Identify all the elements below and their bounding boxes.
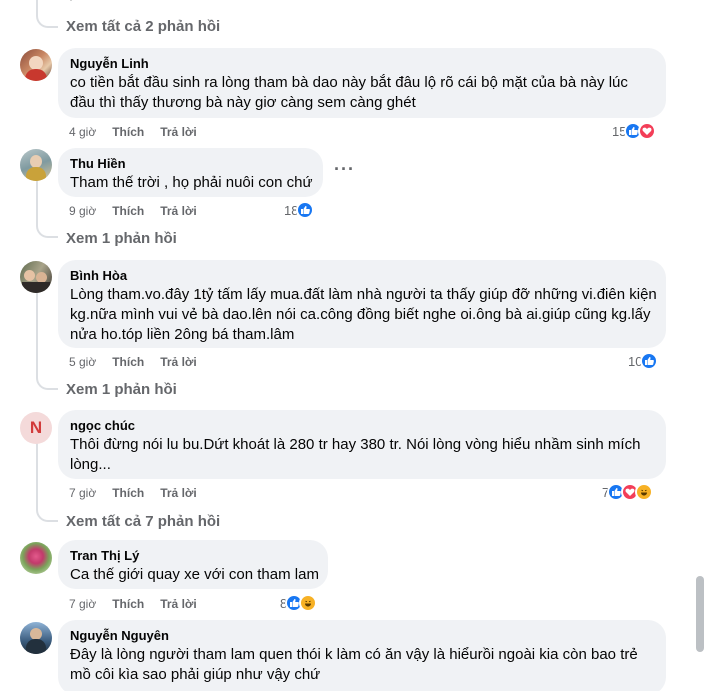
comment-text-line: Ca thế giới quay xe với con tham lam xyxy=(70,566,319,583)
comment-actions: 4 giờ Thích Trả lời xyxy=(69,125,197,139)
comment-text-line: Lòng tham.vo.đây 1tỷ tấm lấy mua.đất làm… xyxy=(70,286,657,303)
comment-text-line: lòng... xyxy=(70,456,111,473)
avatar[interactable]: N xyxy=(20,412,52,444)
avatar[interactable] xyxy=(20,49,52,81)
reply-button[interactable]: Trả lời xyxy=(160,597,197,611)
reply-button[interactable]: Trả lời xyxy=(160,125,197,139)
thread-line xyxy=(36,180,38,226)
comment-text-line: đầu thì thấy thương bà này giơ càng sem … xyxy=(70,94,416,111)
reaction-summary[interactable]: 15 xyxy=(612,121,657,141)
comment-text-line: Tham thế trời , họ phải nuôi con chứ xyxy=(70,174,313,191)
reply-button[interactable]: Trả lời xyxy=(160,355,197,369)
like-button[interactable]: Thích xyxy=(112,204,144,218)
reply-button[interactable]: Trả lời xyxy=(160,486,197,500)
reaction-summary[interactable]: 8 xyxy=(280,593,318,613)
comment-author[interactable]: Tran Thị Lý xyxy=(70,548,316,564)
thread-hook xyxy=(36,508,58,522)
comment-author[interactable]: Nguyễn Nguyên xyxy=(70,628,654,644)
comment-text-line: mồ côi kìa sao phải giúp như vậy chứ xyxy=(70,666,321,683)
reaction-summary[interactable]: 10 xyxy=(628,351,659,371)
reply-button[interactable]: Trả lời xyxy=(160,204,197,218)
thread-line xyxy=(36,292,38,378)
cut-off-previous-row: · xyxy=(0,0,706,4)
like-reaction-icon xyxy=(296,201,315,219)
comment-text-line: Đây là lòng người tham lam quen thói k l… xyxy=(70,646,638,663)
avatar[interactable] xyxy=(20,622,52,654)
like-button[interactable]: Thích xyxy=(112,125,144,139)
thread-hook xyxy=(36,224,58,238)
like-button[interactable]: Thích xyxy=(112,355,144,369)
more-horizontal-icon[interactable]: ··· xyxy=(334,159,355,180)
comment-bubble: Tran Thị Lý Ca thế giới quay xe với con … xyxy=(58,540,328,589)
comment-actions: 7 giờ Thích Trả lời xyxy=(69,486,197,500)
avatar[interactable] xyxy=(20,542,52,574)
like-button[interactable]: Thích xyxy=(112,597,144,611)
comment-time[interactable]: 7 giờ xyxy=(69,486,96,500)
comment-text-line: co tiền bắt đầu sinh ra lòng tham bà dao… xyxy=(70,74,628,91)
avatar[interactable] xyxy=(20,149,52,181)
haha-reaction-icon xyxy=(635,483,654,501)
view-replies-link[interactable]: Xem 1 phản hồi xyxy=(66,381,177,398)
comment-text-line: kg.nữa mình vui vẻ bà dao.lên nói ca.côn… xyxy=(70,306,651,323)
comment-author[interactable]: Bình Hòa xyxy=(70,268,654,284)
thread-line xyxy=(36,0,38,14)
view-replies-link[interactable]: Xem tất cả 7 phản hồi xyxy=(66,513,220,530)
comment-time[interactable]: 9 giờ xyxy=(69,204,96,218)
reaction-summary[interactable]: 18 xyxy=(284,200,315,220)
love-reaction-icon xyxy=(638,122,657,140)
thread-hook xyxy=(36,14,58,28)
comment-author[interactable]: Nguyễn Linh xyxy=(70,56,654,72)
comment-bubble: Bình Hòa Lòng tham.vo.đây 1tỷ tấm lấy mu… xyxy=(58,260,666,348)
comment-author[interactable]: Thu Hiền xyxy=(70,156,311,172)
comment-actions: 7 giờ Thích Trả lời xyxy=(69,597,197,611)
thread-line xyxy=(36,442,38,510)
comment-text-line: nửa ho.tóp liền 2ông bá tham.lâm xyxy=(70,326,295,343)
view-replies-link[interactable]: Xem tất cả 2 phản hồi xyxy=(66,18,220,35)
comment-bubble: Nguyễn Linh co tiền bắt đầu sinh ra lòng… xyxy=(58,48,666,118)
haha-reaction-icon xyxy=(299,594,318,612)
comment-bubble: Nguyễn Nguyên Đây là lòng người tham lam… xyxy=(58,620,666,691)
comment-time[interactable]: 5 giờ xyxy=(69,355,96,369)
comment-time[interactable]: 7 giờ xyxy=(69,597,96,611)
avatar[interactable] xyxy=(20,261,52,293)
comment-actions: 9 giờ Thích Trả lời xyxy=(69,204,197,218)
comment-bubble: Thu Hiền Tham thế trời , họ phải nuôi co… xyxy=(58,148,323,197)
comment-actions: 5 giờ Thích Trả lời xyxy=(69,355,197,369)
like-reaction-icon xyxy=(640,352,659,370)
scrollbar-thumb[interactable] xyxy=(696,576,704,652)
reaction-summary[interactable]: 7 xyxy=(602,482,654,502)
comment-author[interactable]: ngọc chúc xyxy=(70,418,654,434)
view-replies-link[interactable]: Xem 1 phản hồi xyxy=(66,230,177,247)
comment-bubble: ngọc chúc Thôi đừng nói lu bu.Dứt khoát … xyxy=(58,410,666,479)
like-button[interactable]: Thích xyxy=(112,486,144,500)
avatar-letter: N xyxy=(29,418,43,437)
thread-hook xyxy=(36,376,58,390)
comment-time[interactable]: 4 giờ xyxy=(69,125,96,139)
comment-text-line: Thôi đừng nói lu bu.Dứt khoát là 280 tr … xyxy=(70,436,641,453)
